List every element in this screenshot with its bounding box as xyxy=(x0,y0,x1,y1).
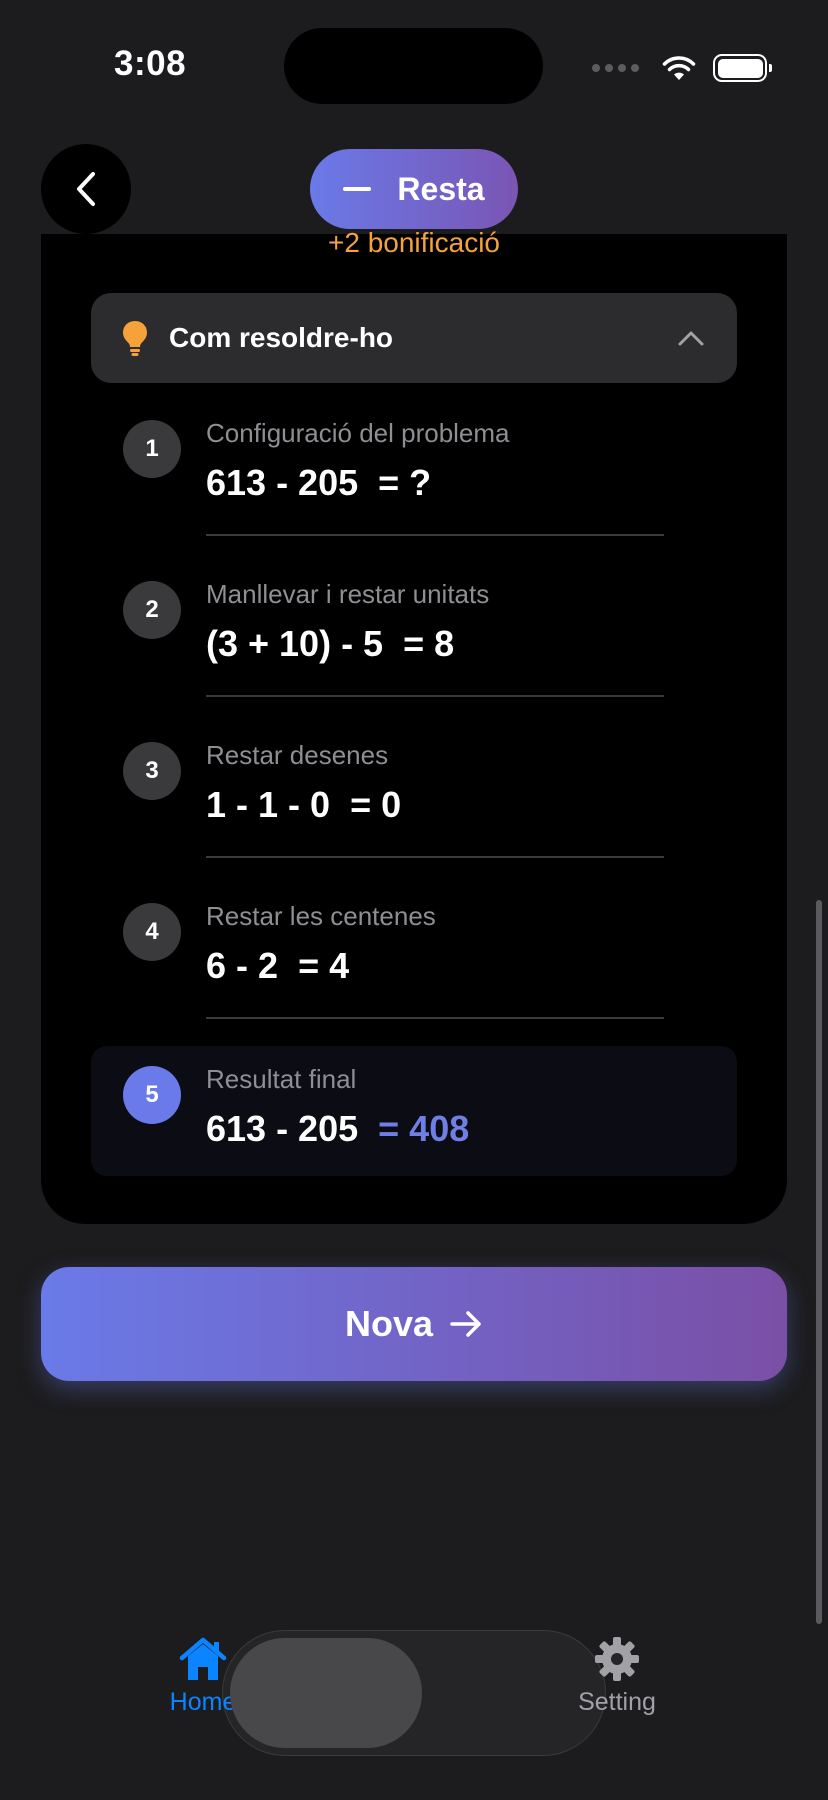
step-result: = 4 xyxy=(298,945,350,986)
step-label: Resultat final xyxy=(206,1064,357,1094)
next-problem-label: Nova xyxy=(344,1303,434,1344)
step-equation: 6 - 2 = 4 xyxy=(206,945,349,987)
wifi-icon xyxy=(662,56,696,80)
step-number-badge: 5 xyxy=(123,1066,181,1124)
status-time: 3:08 xyxy=(114,44,187,83)
step-equation: 613 - 205 = 408 xyxy=(206,1108,469,1150)
step-result: = ? xyxy=(378,462,432,503)
final-result: = 408 xyxy=(378,1108,470,1149)
step-label: Restar desenes xyxy=(206,740,389,770)
status-icons xyxy=(592,50,772,86)
chevron-left-icon xyxy=(77,172,95,206)
step-result: = 8 xyxy=(403,623,455,664)
step-expression: 1 - 1 - 0 xyxy=(206,784,341,825)
step-label: Restar les centenes xyxy=(206,901,436,931)
tab-settings[interactable]: Setting xyxy=(557,1636,677,1717)
step-number-badge: 4 xyxy=(123,903,181,961)
tab-settings-label: Setting xyxy=(578,1688,656,1716)
arrow-right-icon xyxy=(450,1311,481,1337)
tab-selection-indicator xyxy=(230,1638,422,1748)
battery-icon xyxy=(713,54,772,82)
step-number-badge: 2 xyxy=(123,581,181,639)
gear-icon xyxy=(595,1637,639,1681)
chevron-up-icon xyxy=(678,331,704,346)
next-problem-button[interactable]: Nova xyxy=(41,1267,787,1381)
step-equation: (3 + 10) - 5 = 8 xyxy=(206,623,454,665)
step-expression: (3 + 10) - 5 xyxy=(206,623,394,664)
step-expression: 6 - 2 xyxy=(206,945,289,986)
step-equation: 1 - 1 - 0 = 0 xyxy=(206,784,401,826)
house-icon xyxy=(179,1637,227,1680)
step-number-badge: 3 xyxy=(123,742,181,800)
step-number-badge: 1 xyxy=(123,420,181,478)
dynamic-island xyxy=(284,28,543,104)
step-result: = 0 xyxy=(350,784,402,825)
hint-toggle[interactable]: Com resoldre-ho xyxy=(91,293,737,383)
divider xyxy=(206,1017,664,1019)
step-equation: 613 - 205 = ? xyxy=(206,462,431,504)
mode-label: Resta xyxy=(397,170,485,207)
mode-pill[interactable]: Resta xyxy=(310,149,518,229)
cellular-signal-icon xyxy=(592,64,639,72)
hint-title: Com resoldre-ho xyxy=(169,322,394,353)
step-expression: 613 - 205 xyxy=(206,1108,369,1149)
divider xyxy=(206,856,664,858)
step-label: Configuració del problema xyxy=(206,418,510,448)
lightbulb-icon xyxy=(123,321,147,356)
step-label: Manllevar i restar unitats xyxy=(206,579,490,609)
minus-icon xyxy=(343,187,372,191)
step-expression: 613 - 205 xyxy=(206,462,369,503)
divider xyxy=(206,534,664,536)
scrollbar[interactable] xyxy=(816,900,822,1624)
back-button[interactable] xyxy=(41,144,131,234)
divider xyxy=(206,695,664,697)
